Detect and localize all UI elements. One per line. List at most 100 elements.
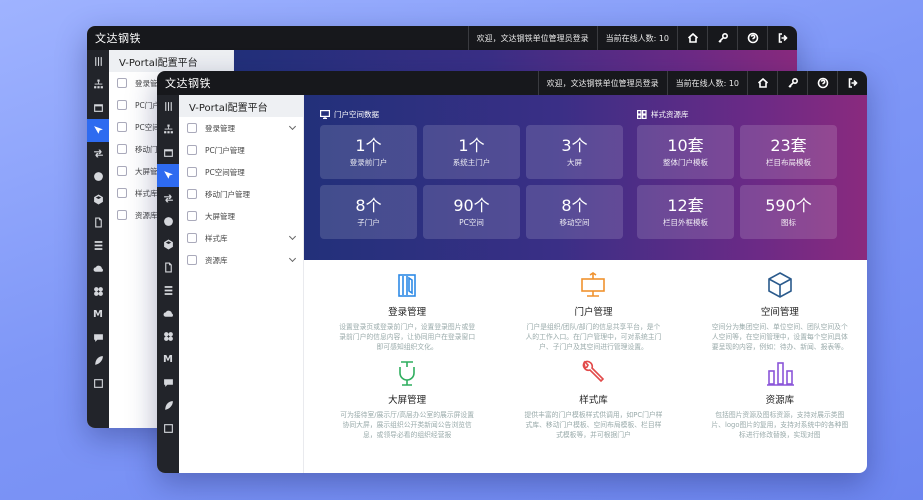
grid-icon [637,109,647,119]
rail-shield-icon[interactable] [87,165,109,188]
chevron-down-icon [288,232,297,241]
stat-card[interactable]: 90个 PC空间 [423,185,520,239]
space-icon [117,122,127,132]
large-screen-icon [399,361,415,386]
front-window: 文达钢铁 欢迎，文达钢铁单位管理员登录 当前在线人数: 10 M V-Porta… [157,71,867,473]
rail-cube-icon[interactable] [157,233,179,256]
feature-space-management[interactable]: 空间管理 空间分为集团空间、单位空间、团队空间及个人空间等，在空间管理中，设置每… [701,270,859,352]
rail-m-icon[interactable]: M [157,348,179,371]
resource-icon [187,255,197,265]
rail-shuffle-icon[interactable] [157,187,179,210]
rail-brush-icon[interactable] [87,119,109,142]
rail-leaf-icon[interactable] [157,394,179,417]
rail-shield-icon[interactable] [157,210,179,233]
chevron-down-icon [288,254,297,263]
rail-cloud-icon[interactable] [87,257,109,280]
sidebar-title: V-Portal配置平台 [179,95,303,117]
stat-card[interactable]: 1个 登录前门户 [320,125,417,179]
logout-icon[interactable] [837,71,867,95]
rail-file-icon[interactable] [157,256,179,279]
door-icon [398,274,416,297]
portal-data-heading: 门户空间数据 [320,107,623,121]
sidebar-item-screen[interactable]: 大屏管理 [179,205,303,227]
sidebar-item-pc-portal[interactable]: PC门户管理 [179,139,303,161]
rail-chat-icon[interactable] [157,371,179,394]
feature-grid: 登录管理 设置登录页或登录前门户，设置登录图片或登录前门户的信息内容，让协同用户… [304,260,867,440]
rail-menu-icon[interactable] [157,95,179,118]
logout-icon[interactable] [767,26,797,50]
stat-card[interactable]: 10套 整体门户模板 [637,125,734,179]
sidebar-item-mobile-portal[interactable]: 移动门户管理 [179,183,303,205]
rail-leaf-icon[interactable] [87,349,109,372]
help-icon[interactable] [737,26,767,50]
sidebar-title: V-Portal配置平台 [109,50,233,72]
stat-card[interactable]: 12套 栏目外框模板 [637,185,734,239]
rail-file-icon[interactable] [87,211,109,234]
welcome-text: 欢迎，文达钢铁单位管理员登录 [537,71,667,95]
style-icon [117,188,127,198]
style-icon [187,233,197,243]
mobile-icon [117,144,127,154]
sidebar-item-label: 登录管理 [205,123,235,133]
rail-org-icon[interactable] [87,73,109,96]
stat-card[interactable]: 3个 大屏 [526,125,623,179]
sidebar-item-label: 样式库 [205,233,228,243]
rail-brush-icon[interactable] [157,164,179,187]
stat-card[interactable]: 8个 子门户 [320,185,417,239]
feature-style-library[interactable]: 样式库 提供丰富的门户模板样式供调用，如PC门户样式库、移动门户模板、空间布局模… [514,358,672,440]
rail-list-icon[interactable] [157,279,179,302]
hero-stats: 门户空间数据 1个 登录前门户 1个 系统主门户 3个 大屏 8个 子门户 90个 PC空… [304,95,867,260]
stat-card[interactable]: 590个 图标 [740,185,837,239]
rail-calendar-icon[interactable] [87,96,109,119]
resource-icon [117,210,127,220]
space-icon [187,167,197,177]
online-count: 当前在线人数: 10 [666,71,747,95]
rail-flower-icon[interactable] [87,280,109,303]
style-stats-grid: 10套 整体门户模板 23套 栏目布局模板 12套 栏目外框模板 590个 图标 [637,125,837,239]
rail-export-icon[interactable] [157,417,179,440]
rail-chat-icon[interactable] [87,326,109,349]
feature-resource-library[interactable]: 资源库 包括图片资源及图标资源，支持对展示类图片、logo图片的复用，支持对系统… [701,358,859,440]
rail-list-icon[interactable] [87,234,109,257]
login-icon [187,123,197,133]
sidebar-item-login[interactable]: 登录管理 [179,117,303,139]
portal-icon [117,100,127,110]
help-icon[interactable] [807,71,837,95]
style-library-heading: 样式资源库 [637,107,837,121]
rail-calendar-icon[interactable] [157,141,179,164]
feature-screen-management[interactable]: 大屏管理 可为接待室/展示厅/高层办公室的展示屏设置协同大屏，展示组织公开类新闻… [328,358,486,440]
key-icon[interactable] [777,71,807,95]
mobile-icon [187,189,197,199]
sidebar-item-label: PC门户管理 [205,145,245,155]
key-icon[interactable] [707,26,737,50]
sidebar-item-pc-space[interactable]: PC空间管理 [179,161,303,183]
rail-menu-icon[interactable] [87,50,109,73]
login-icon [117,78,127,88]
rail-cloud-icon[interactable] [157,302,179,325]
wrench-icon [583,360,605,383]
rail-cube-icon[interactable] [87,188,109,211]
stat-card[interactable]: 1个 系统主门户 [423,125,520,179]
rail-shuffle-icon[interactable] [87,142,109,165]
portal-icon [187,145,197,155]
main-content: 门户空间数据 1个 登录前门户 1个 系统主门户 3个 大屏 8个 子门户 90个 PC空… [304,95,867,473]
sidebar-item-resource[interactable]: 资源库 [179,249,303,271]
brand-name: 文达钢铁 [165,77,211,90]
home-icon[interactable] [747,71,777,95]
portal-icon [581,272,606,297]
topbar: 文达钢铁 欢迎，文达钢铁单位管理员登录 当前在线人数: 10 [157,71,867,95]
feature-login-management[interactable]: 登录管理 设置登录页或登录前门户，设置登录图片或登录前门户的信息内容，让协同用户… [328,270,486,352]
feature-portal-management[interactable]: 门户管理 门户是组织/团队/部门的信息共享平台，是个人的工作入口。在门户管理中，… [514,270,672,352]
screen-icon [117,166,127,176]
monitor-icon [320,109,330,119]
rail-export-icon[interactable] [87,372,109,395]
home-icon[interactable] [677,26,707,50]
rail-m-icon[interactable]: M [87,303,109,326]
stat-card[interactable]: 8个 移动空间 [526,185,623,239]
sidebar-item-style[interactable]: 样式库 [179,227,303,249]
stat-card[interactable]: 23套 栏目布局模板 [740,125,837,179]
rail-org-icon[interactable] [157,118,179,141]
sidebar-item-label: PC空间管理 [205,167,245,177]
portal-space-data: 门户空间数据 1个 登录前门户 1个 系统主门户 3个 大屏 8个 子门户 90个 PC空… [320,107,623,260]
rail-flower-icon[interactable] [157,325,179,348]
